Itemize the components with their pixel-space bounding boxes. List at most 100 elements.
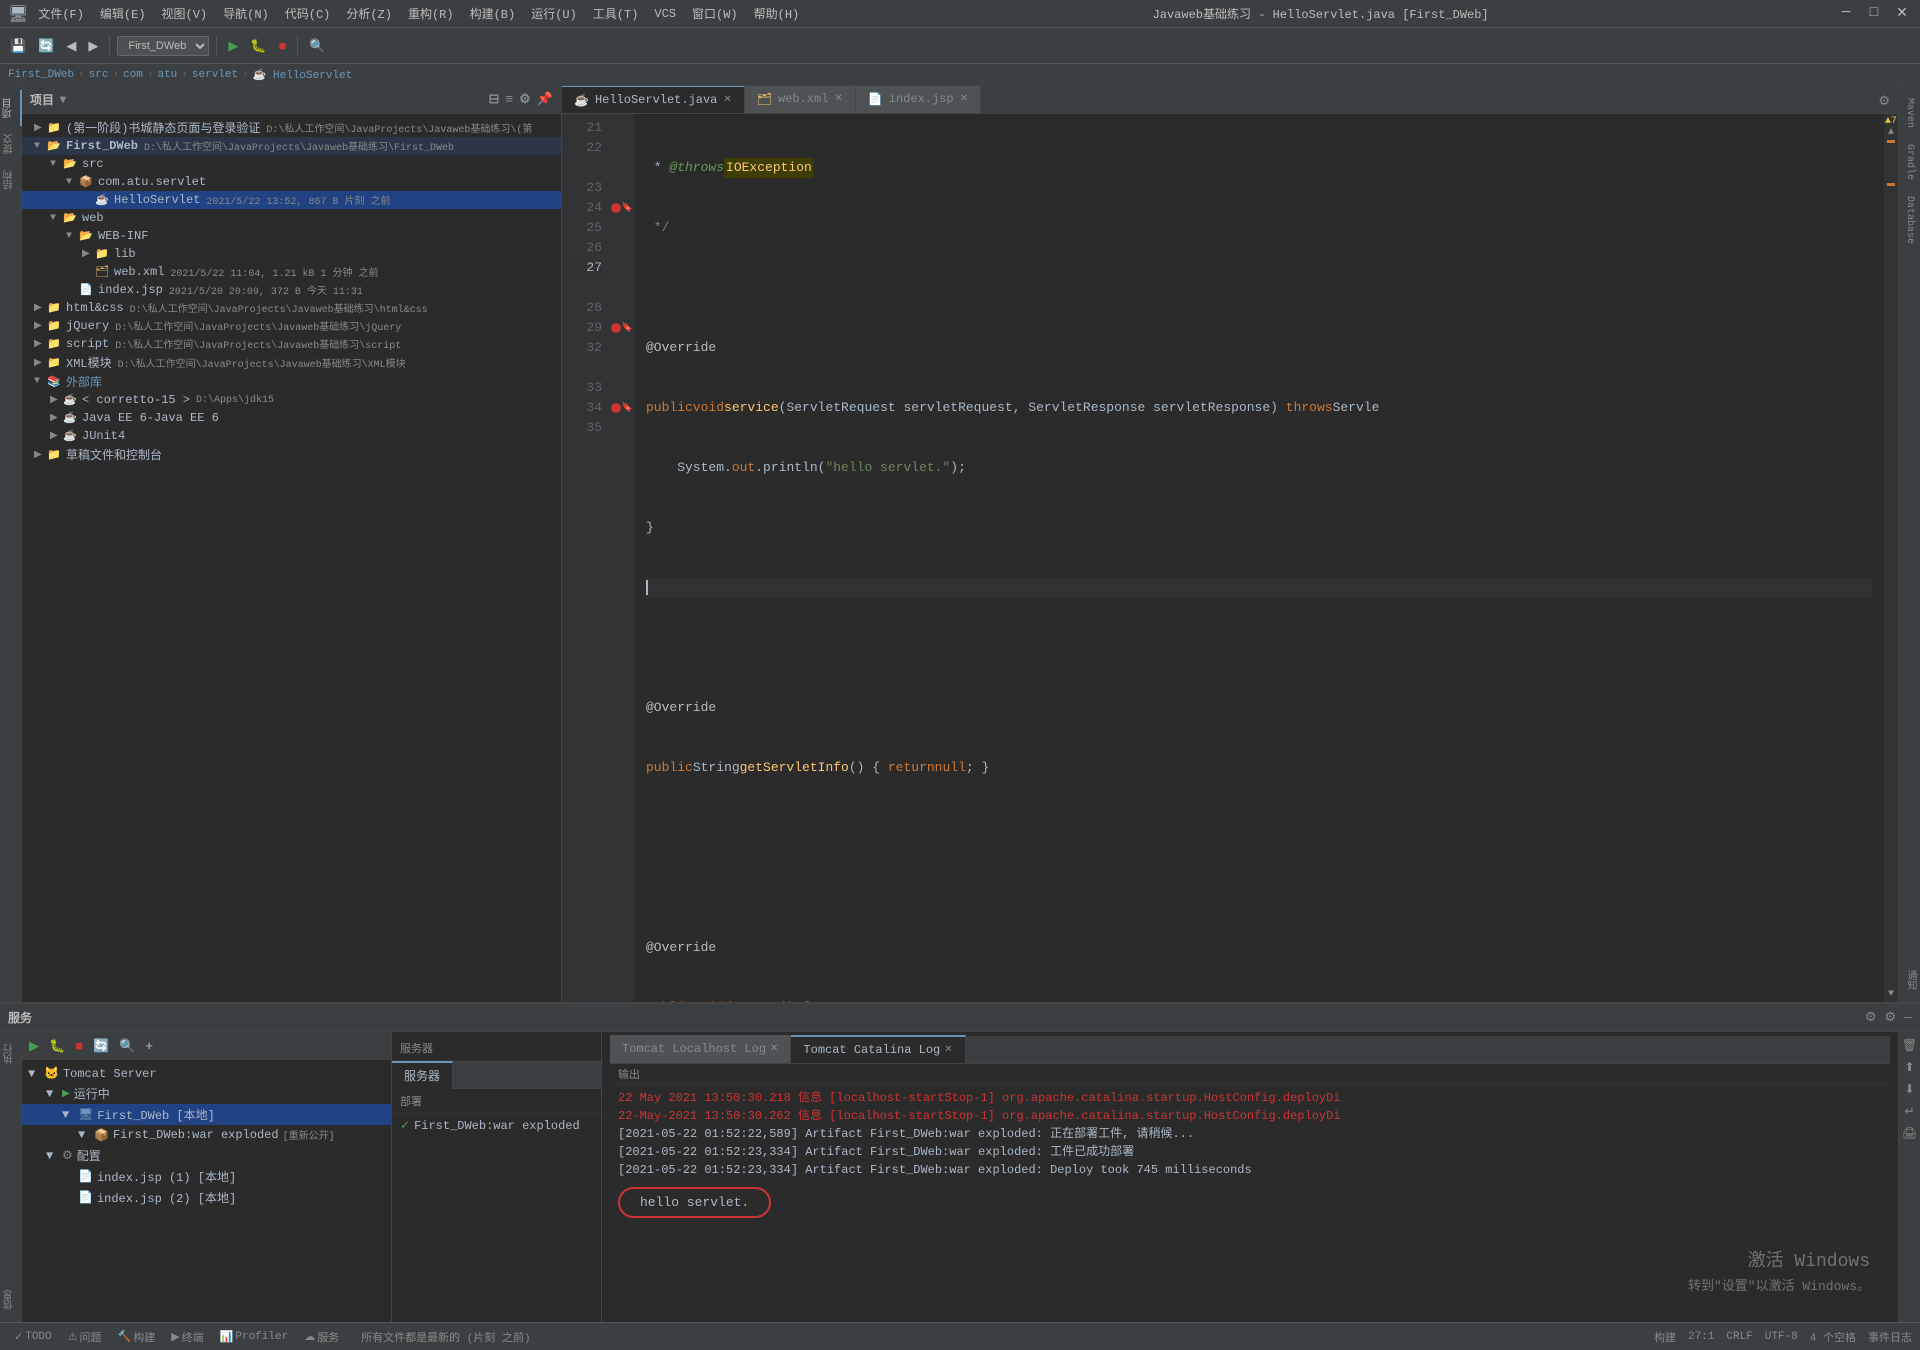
menu-window[interactable]: 窗口(W): [686, 5, 744, 22]
status-encoding[interactable]: UTF-8: [1765, 1331, 1798, 1343]
menu-vcs[interactable]: VCS: [648, 7, 682, 21]
tree-item-indexjsp[interactable]: 📄 index.jsp 2021/5/20 20:09, 372 B 今天 11…: [22, 281, 561, 299]
left-tab-structure[interactable]: 结构: [0, 162, 21, 198]
output-print-button[interactable]: 🖨: [1900, 1124, 1919, 1142]
forward-button[interactable]: ▶: [84, 36, 102, 56]
tree-item-external-libs[interactable]: ▼ 📚 外部库: [22, 372, 561, 391]
tree-item-lib[interactable]: ▶ 📁 lib: [22, 245, 561, 263]
menu-code[interactable]: 代码(C): [279, 5, 337, 22]
gutter-34[interactable]: 🔖: [611, 398, 633, 418]
tree-item-helloservlet[interactable]: ☕ HelloServlet 2021/5/22 13:52, 867 B 片刻…: [22, 191, 561, 209]
menu-edit[interactable]: 编辑(E): [94, 5, 152, 22]
bottom-panel-minimize[interactable]: —: [1904, 1010, 1912, 1025]
tab-webxml[interactable]: 🗂 web.xml ✕: [745, 86, 856, 113]
menu-view[interactable]: 视图(V): [156, 5, 214, 22]
status-problems[interactable]: ⚠ 问题: [62, 1329, 108, 1345]
status-line-ending[interactable]: CRLF: [1726, 1331, 1752, 1343]
tab-tomcat-localhost-log[interactable]: Tomcat Localhost Log ✕: [610, 1035, 791, 1063]
sidebar-more[interactable]: ⚙: [519, 92, 531, 107]
menu-help[interactable]: 帮助(H): [748, 5, 806, 22]
minimize-button[interactable]: ─: [1836, 5, 1856, 22]
project-selector[interactable]: First_DWeb: [117, 36, 209, 56]
status-indent[interactable]: 4 个空格: [1810, 1329, 1856, 1345]
output-scroll-top-button[interactable]: ⬆: [1902, 1058, 1916, 1076]
tab-helloservlet[interactable]: ☕ HelloServlet.java ✕: [562, 86, 745, 113]
search-everywhere-button[interactable]: 🔍: [305, 36, 329, 56]
output-wrap-button[interactable]: ↵: [1902, 1102, 1916, 1120]
menu-analyze[interactable]: 分析(Z): [340, 5, 398, 22]
tree-item-xmlmodule[interactable]: ▶ 📁 XML模块 D:\私人工作空间\JavaProjects\Javaweb…: [22, 353, 561, 372]
bc-src[interactable]: src: [89, 69, 109, 81]
tab-webxml-close[interactable]: ✕: [834, 93, 842, 105]
services-filter-button[interactable]: 🔍: [116, 1036, 138, 1056]
maximize-button[interactable]: □: [1864, 5, 1884, 22]
menu-file[interactable]: 文件(F): [32, 5, 90, 22]
close-catalina-tab[interactable]: ✕: [944, 1044, 952, 1056]
services-run-button[interactable]: ▶: [26, 1036, 42, 1056]
sidebar-collapse-all[interactable]: ⊟: [488, 92, 499, 107]
left-tab-commit[interactable]: 提交: [0, 126, 21, 162]
editor-settings-icon[interactable]: ⚙: [1870, 90, 1898, 113]
svc-config[interactable]: ▼ ⚙ 配置: [22, 1145, 391, 1166]
menu-refactor[interactable]: 重构(R): [402, 5, 460, 22]
left-tab-project[interactable]: 项目: [0, 90, 22, 126]
tree-item-root-project1[interactable]: ▶ 📁 (第一阶段)书城静态页面与登录验证 D:\私人工作空间\JavaProj…: [22, 118, 561, 137]
tab-indexjsp-close[interactable]: ✕: [960, 93, 968, 105]
right-tab-maven[interactable]: Maven: [1901, 90, 1918, 136]
bottom-left-tab-commit2[interactable]: 信息: [0, 1282, 21, 1318]
close-button[interactable]: ✕: [1892, 5, 1912, 22]
svc-tree-warexploded[interactable]: ▼ 📦 First_DWeb:war exploded [重新公开]: [22, 1125, 391, 1145]
bottom-panel-settings[interactable]: ⚙: [1865, 1010, 1877, 1025]
tree-item-corretto[interactable]: ▶ ☕ < corretto-15 > D:\Apps\jdk15: [22, 391, 561, 409]
status-profiler[interactable]: 📊 Profiler: [214, 1330, 295, 1344]
services-restart-button[interactable]: 🔄: [90, 1036, 112, 1056]
menu-nav[interactable]: 导航(N): [217, 5, 275, 22]
scroll-down[interactable]: ▼: [1888, 989, 1894, 1000]
output-scroll-bottom-button[interactable]: ⬇: [1902, 1080, 1916, 1098]
tree-item-javaee[interactable]: ▶ ☕ Java EE 6-Java EE 6: [22, 409, 561, 427]
status-services[interactable]: ☁ 服务: [298, 1329, 345, 1345]
svc-tree-running[interactable]: ▼ ▶ 运行中: [22, 1083, 391, 1104]
tree-item-src[interactable]: ▼ 📂 src: [22, 155, 561, 173]
save-button[interactable]: 💾: [6, 36, 30, 56]
debug-button[interactable]: 🐛: [246, 36, 270, 56]
sidebar-pin[interactable]: 📌: [537, 92, 553, 107]
tree-item-com-atu-servlet[interactable]: ▼ 📦 com.atu.servlet: [22, 173, 561, 191]
tree-item-junit4[interactable]: ▶ ☕ JUnit4: [22, 427, 561, 445]
status-todo[interactable]: ✓ TODO: [8, 1330, 58, 1344]
code-body[interactable]: * @throws IOException */ @Override publi…: [634, 114, 1884, 1002]
close-localhost-tab[interactable]: ✕: [770, 1043, 778, 1055]
tree-item-webinf[interactable]: ▼ 📂 WEB-INF: [22, 227, 561, 245]
tree-item-script[interactable]: ▶ 📁 script D:\私人工作空间\JavaProjects\Javawe…: [22, 335, 561, 353]
tree-item-web[interactable]: ▼ 📂 web: [22, 209, 561, 227]
svc-tree-firstdweb[interactable]: ▼ 🖥 First_DWeb [本地]: [22, 1104, 391, 1125]
menu-run[interactable]: 运行(U): [525, 5, 583, 22]
editor-content[interactable]: 21 22 23 24 25 26 27 28 29 32 33 34 35: [562, 114, 1898, 1002]
tree-item-jquery[interactable]: ▶ 📁 jQuery D:\私人工作空间\JavaProjects\Javawe…: [22, 317, 561, 335]
tree-item-htmlcss[interactable]: ▶ 📁 html&css D:\私人工作空间\JavaProjects\Java…: [22, 299, 561, 317]
sidebar-dropdown[interactable]: ▾: [60, 92, 66, 107]
status-terminal[interactable]: ▶ 终端: [165, 1329, 209, 1345]
right-tab-notifications[interactable]: 通知: [1899, 962, 1920, 998]
tab-helloservlet-close[interactable]: ✕: [723, 94, 731, 106]
servers-tab[interactable]: 服务器: [392, 1061, 453, 1089]
services-debug-button[interactable]: 🐛: [46, 1036, 68, 1056]
svc-indexjsp1[interactable]: 📄 index.jsp (1) [本地]: [22, 1166, 391, 1187]
status-build[interactable]: 🔨 构建: [112, 1329, 162, 1345]
bc-root[interactable]: First_DWeb: [8, 69, 74, 81]
gutter-29[interactable]: 🔖: [611, 318, 633, 338]
bc-com[interactable]: com: [123, 69, 143, 81]
bc-servlet[interactable]: servlet: [192, 69, 238, 81]
right-tab-database[interactable]: Database: [1901, 188, 1918, 252]
menu-build[interactable]: 构建(B): [464, 5, 522, 22]
bc-atu[interactable]: atu: [157, 69, 177, 81]
tab-indexjsp[interactable]: 📄 index.jsp ✕: [856, 86, 981, 113]
status-event-log[interactable]: 事件日志: [1868, 1329, 1912, 1345]
stop-button[interactable]: ■: [275, 36, 291, 55]
services-add-button[interactable]: +: [142, 1036, 156, 1055]
tree-item-webxml[interactable]: 🗂 web.xml 2021/5/22 11:04, 1.21 kB 1 分钟 …: [22, 263, 561, 281]
gutter-24[interactable]: 🔖: [611, 198, 633, 218]
run-button[interactable]: ▶: [224, 36, 242, 56]
tree-item-first-dweb[interactable]: ▼ 📂 First_DWeb D:\私人工作空间\JavaProjects\Ja…: [22, 137, 561, 155]
output-clear-button[interactable]: 🗑: [1900, 1036, 1919, 1054]
